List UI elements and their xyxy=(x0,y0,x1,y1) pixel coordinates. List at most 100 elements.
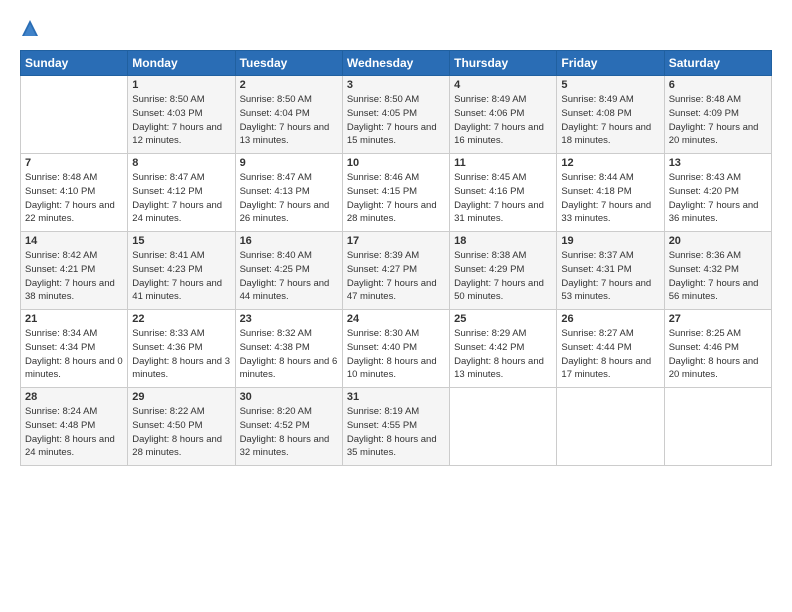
day-number: 19 xyxy=(561,235,659,247)
day-number: 11 xyxy=(454,157,552,169)
day-info: Sunrise: 8:47 AMSunset: 4:13 PMDaylight:… xyxy=(240,171,338,226)
day-info: Sunrise: 8:27 AMSunset: 4:44 PMDaylight:… xyxy=(561,327,659,382)
calendar-cell: 5 Sunrise: 8:49 AMSunset: 4:08 PMDaylight… xyxy=(557,76,664,154)
day-info: Sunrise: 8:22 AMSunset: 4:50 PMDaylight:… xyxy=(132,405,230,460)
day-info: Sunrise: 8:50 AMSunset: 4:05 PMDaylight:… xyxy=(347,93,445,148)
day-number: 7 xyxy=(25,157,123,169)
day-info: Sunrise: 8:37 AMSunset: 4:31 PMDaylight:… xyxy=(561,249,659,304)
day-number: 12 xyxy=(561,157,659,169)
day-info: Sunrise: 8:33 AMSunset: 4:36 PMDaylight:… xyxy=(132,327,230,382)
day-number: 31 xyxy=(347,391,445,403)
calendar-cell: 15Sunrise: 8:41 AMSunset: 4:23 PMDayligh… xyxy=(128,232,235,310)
day-number: 17 xyxy=(347,235,445,247)
day-info: Sunrise: 8:43 AMSunset: 4:20 PMDaylight:… xyxy=(669,171,767,226)
calendar-cell: 31 Sunrise: 8:19 AMSunset: 4:55 PMDayligh… xyxy=(342,388,449,466)
day-number: 13 xyxy=(669,157,767,169)
calendar-cell: 1Sunrise: 8:50 AMSunset: 4:03 PMDaylight… xyxy=(128,76,235,154)
header-row: SundayMondayTuesdayWednesdayThursdayFrid… xyxy=(21,51,772,76)
page: SundayMondayTuesdayWednesdayThursdayFrid… xyxy=(0,0,792,478)
day-header-monday: Monday xyxy=(128,51,235,76)
calendar-cell: 8 Sunrise: 8:47 AMSunset: 4:12 PMDaylight… xyxy=(128,154,235,232)
calendar-cell xyxy=(664,388,771,466)
day-number: 28 xyxy=(25,391,123,403)
day-info: Sunrise: 8:20 AMSunset: 4:52 PMDaylight:… xyxy=(240,405,338,460)
calendar-table: SundayMondayTuesdayWednesdayThursdayFrid… xyxy=(20,50,772,466)
logo xyxy=(20,18,44,40)
calendar-cell xyxy=(450,388,557,466)
week-row-1: 7 Sunrise: 8:48 AMSunset: 4:10 PMDaylight… xyxy=(21,154,772,232)
day-info: Sunrise: 8:38 AMSunset: 4:29 PMDaylight:… xyxy=(454,249,552,304)
day-number: 2 xyxy=(240,79,338,91)
calendar-cell: 11Sunrise: 8:45 AMSunset: 4:16 PMDayligh… xyxy=(450,154,557,232)
day-number: 4 xyxy=(454,79,552,91)
day-info: Sunrise: 8:47 AMSunset: 4:12 PMDaylight:… xyxy=(132,171,230,226)
day-number: 9 xyxy=(240,157,338,169)
day-number: 20 xyxy=(669,235,767,247)
day-header-friday: Friday xyxy=(557,51,664,76)
calendar-cell: 29 Sunrise: 8:22 AMSunset: 4:50 PMDayligh… xyxy=(128,388,235,466)
week-row-0: 1Sunrise: 8:50 AMSunset: 4:03 PMDaylight… xyxy=(21,76,772,154)
week-row-3: 21 Sunrise: 8:34 AMSunset: 4:34 PMDayligh… xyxy=(21,310,772,388)
day-number: 16 xyxy=(240,235,338,247)
day-header-thursday: Thursday xyxy=(450,51,557,76)
day-number: 6 xyxy=(669,79,767,91)
calendar-cell: 4 Sunrise: 8:49 AMSunset: 4:06 PMDaylight… xyxy=(450,76,557,154)
day-info: Sunrise: 8:48 AMSunset: 4:10 PMDaylight:… xyxy=(25,171,123,226)
calendar-cell: 26Sunrise: 8:27 AMSunset: 4:44 PMDayligh… xyxy=(557,310,664,388)
day-number: 25 xyxy=(454,313,552,325)
calendar-cell: 12 Sunrise: 8:44 AMSunset: 4:18 PMDayligh… xyxy=(557,154,664,232)
calendar-cell: 28Sunrise: 8:24 AMSunset: 4:48 PMDayligh… xyxy=(21,388,128,466)
week-row-4: 28Sunrise: 8:24 AMSunset: 4:48 PMDayligh… xyxy=(21,388,772,466)
day-number: 3 xyxy=(347,79,445,91)
day-number: 18 xyxy=(454,235,552,247)
day-number: 22 xyxy=(132,313,230,325)
day-info: Sunrise: 8:30 AMSunset: 4:40 PMDaylight:… xyxy=(347,327,445,382)
calendar-cell: 21 Sunrise: 8:34 AMSunset: 4:34 PMDayligh… xyxy=(21,310,128,388)
day-number: 10 xyxy=(347,157,445,169)
calendar-cell xyxy=(557,388,664,466)
day-number: 8 xyxy=(132,157,230,169)
day-info: Sunrise: 8:34 AMSunset: 4:34 PMDaylight:… xyxy=(25,327,123,382)
calendar-cell: 19 Sunrise: 8:37 AMSunset: 4:31 PMDayligh… xyxy=(557,232,664,310)
calendar-cell: 23 Sunrise: 8:32 AMSunset: 4:38 PMDayligh… xyxy=(235,310,342,388)
calendar-cell: 16 Sunrise: 8:40 AMSunset: 4:25 PMDayligh… xyxy=(235,232,342,310)
calendar-cell: 13 Sunrise: 8:43 AMSunset: 4:20 PMDayligh… xyxy=(664,154,771,232)
day-info: Sunrise: 8:39 AMSunset: 4:27 PMDaylight:… xyxy=(347,249,445,304)
calendar-cell: 22 Sunrise: 8:33 AMSunset: 4:36 PMDayligh… xyxy=(128,310,235,388)
calendar-cell: 18 Sunrise: 8:38 AMSunset: 4:29 PMDayligh… xyxy=(450,232,557,310)
calendar-cell: 25Sunrise: 8:29 AMSunset: 4:42 PMDayligh… xyxy=(450,310,557,388)
logo-icon xyxy=(20,18,40,40)
day-info: Sunrise: 8:42 AMSunset: 4:21 PMDaylight:… xyxy=(25,249,123,304)
day-header-wednesday: Wednesday xyxy=(342,51,449,76)
day-header-sunday: Sunday xyxy=(21,51,128,76)
calendar-cell: 27 Sunrise: 8:25 AMSunset: 4:46 PMDayligh… xyxy=(664,310,771,388)
calendar-cell: 17 Sunrise: 8:39 AMSunset: 4:27 PMDayligh… xyxy=(342,232,449,310)
day-number: 29 xyxy=(132,391,230,403)
day-number: 21 xyxy=(25,313,123,325)
day-info: Sunrise: 8:50 AMSunset: 4:04 PMDaylight:… xyxy=(240,93,338,148)
day-header-tuesday: Tuesday xyxy=(235,51,342,76)
day-number: 23 xyxy=(240,313,338,325)
calendar-cell: 6 Sunrise: 8:48 AMSunset: 4:09 PMDaylight… xyxy=(664,76,771,154)
calendar-cell: 7 Sunrise: 8:48 AMSunset: 4:10 PMDaylight… xyxy=(21,154,128,232)
day-number: 15 xyxy=(132,235,230,247)
day-info: Sunrise: 8:44 AMSunset: 4:18 PMDaylight:… xyxy=(561,171,659,226)
day-number: 24 xyxy=(347,313,445,325)
day-number: 27 xyxy=(669,313,767,325)
day-info: Sunrise: 8:46 AMSunset: 4:15 PMDaylight:… xyxy=(347,171,445,226)
day-info: Sunrise: 8:49 AMSunset: 4:08 PMDaylight:… xyxy=(561,93,659,148)
day-info: Sunrise: 8:36 AMSunset: 4:32 PMDaylight:… xyxy=(669,249,767,304)
day-number: 1 xyxy=(132,79,230,91)
day-info: Sunrise: 8:49 AMSunset: 4:06 PMDaylight:… xyxy=(454,93,552,148)
day-info: Sunrise: 8:25 AMSunset: 4:46 PMDaylight:… xyxy=(669,327,767,382)
day-info: Sunrise: 8:40 AMSunset: 4:25 PMDaylight:… xyxy=(240,249,338,304)
calendar-cell: 2 Sunrise: 8:50 AMSunset: 4:04 PMDaylight… xyxy=(235,76,342,154)
day-info: Sunrise: 8:19 AMSunset: 4:55 PMDaylight:… xyxy=(347,405,445,460)
calendar-cell: 9 Sunrise: 8:47 AMSunset: 4:13 PMDaylight… xyxy=(235,154,342,232)
day-info: Sunrise: 8:32 AMSunset: 4:38 PMDaylight:… xyxy=(240,327,338,382)
calendar-cell: 30 Sunrise: 8:20 AMSunset: 4:52 PMDayligh… xyxy=(235,388,342,466)
day-number: 30 xyxy=(240,391,338,403)
header xyxy=(20,18,772,40)
day-number: 5 xyxy=(561,79,659,91)
day-info: Sunrise: 8:48 AMSunset: 4:09 PMDaylight:… xyxy=(669,93,767,148)
